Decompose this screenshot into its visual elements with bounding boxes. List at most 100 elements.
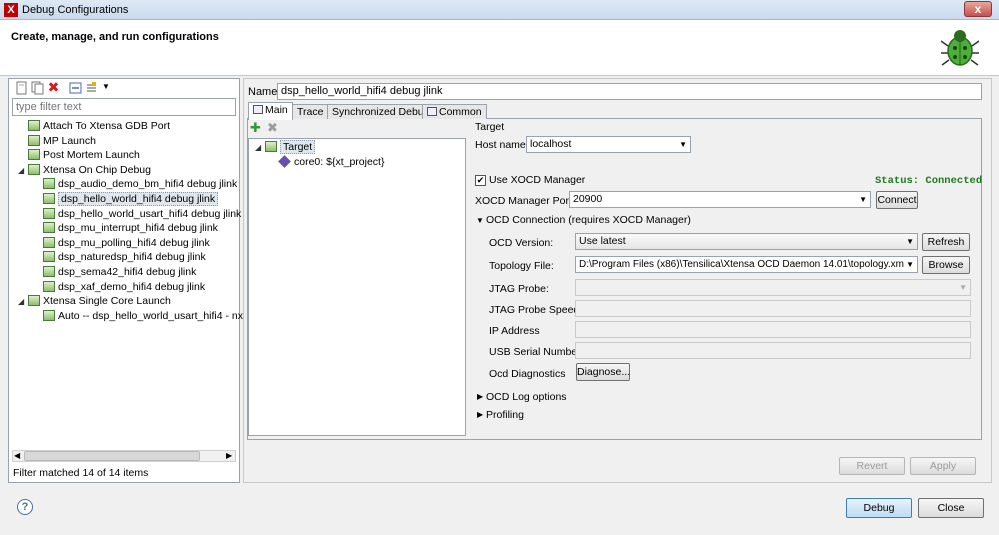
launch-config-icon <box>28 163 40 175</box>
launch-config-icon <box>28 134 40 146</box>
close-button[interactable]: Close <box>918 498 984 518</box>
config-tree-item[interactable]: dsp_mu_interrupt_hifi4 debug jlink <box>33 221 218 235</box>
delete-icon[interactable]: ✖ <box>46 80 61 95</box>
config-tree-item[interactable]: dsp_naturedsp_hifi4 debug jlink <box>33 250 206 264</box>
target-tree-core[interactable]: core0: ${xt_project} <box>278 155 384 169</box>
config-tree-item-label: dsp_naturedsp_hifi4 debug jlink <box>58 251 206 264</box>
bug-icon <box>940 30 980 66</box>
new-config-icon[interactable] <box>14 81 29 96</box>
config-tree-item-label: dsp_mu_polling_hifi4 debug jlink <box>58 236 210 249</box>
config-tree-item-label: dsp_hello_world_hifi4 debug jlink <box>58 192 219 206</box>
launch-config-icon <box>43 178 55 190</box>
launch-config-icon <box>43 280 55 292</box>
apply-button[interactable]: Apply <box>910 457 976 475</box>
target-tree <box>248 138 466 436</box>
config-tree-item[interactable]: Post Mortem Launch <box>18 148 140 162</box>
app-icon: X <box>4 3 18 17</box>
common-tab-icon <box>427 107 437 116</box>
ocd-section-expanded-icon[interactable]: ▼ <box>476 216 484 225</box>
target-tree-root[interactable]: ◢ Target <box>255 140 316 154</box>
launch-config-icon <box>43 193 55 204</box>
jtag-probe-speed-field[interactable] <box>575 300 971 317</box>
xocd-port-combo[interactable]: 20900 ▼ <box>569 191 871 208</box>
config-tree-item-label: Auto -- dsp_hello_world_usart_hifi4 - nx… <box>58 309 255 322</box>
chevron-down-icon: ▼ <box>906 237 914 246</box>
config-tree-item[interactable]: dsp_xaf_demo_hifi4 debug jlink <box>33 280 205 294</box>
ocd-version-label: OCD Version: <box>489 237 554 249</box>
config-tree-item-label: dsp_audio_demo_bm_hifi4 debug jlink <box>58 178 238 191</box>
profiling-collapsed-icon[interactable]: ▶ <box>477 410 483 419</box>
title-bar <box>0 0 999 20</box>
launch-config-icon <box>28 120 40 131</box>
window-close-button[interactable]: x <box>964 1 992 17</box>
launch-config-icon <box>43 222 55 234</box>
name-input[interactable]: dsp_hello_world_hifi4 debug jlink <box>277 83 982 100</box>
expanded-arrow-icon[interactable]: ◢ <box>18 164 28 178</box>
add-core-icon[interactable]: ✚ <box>250 120 261 136</box>
jtag-probe-speed-label: JTAG Probe Speed <box>489 304 580 316</box>
remove-core-icon[interactable]: ✖ <box>267 120 278 136</box>
duplicate-icon[interactable] <box>30 81 45 96</box>
config-tree-item[interactable]: ◢ Xtensa On Chip Debug <box>18 163 151 177</box>
expanded-arrow-icon[interactable]: ◢ <box>18 295 28 309</box>
scroll-right-arrow-icon[interactable]: ▶ <box>226 451 232 460</box>
collapse-all-icon[interactable] <box>68 81 83 96</box>
log-section-label: OCD Log options <box>486 391 567 403</box>
chevron-down-icon: ▼ <box>959 283 967 292</box>
config-tree-item[interactable]: dsp_audio_demo_bm_hifi4 debug jlink <box>33 177 237 191</box>
banner-title: Create, manage, and run configurations <box>11 31 219 43</box>
host-name-label: Host name: <box>475 139 529 151</box>
ocd-section-label: OCD Connection (requires XOCD Manager) <box>486 214 691 226</box>
header-banner <box>0 20 999 76</box>
view-menu-chevron-down-icon[interactable]: ▼ <box>102 82 110 91</box>
chevron-down-icon: ▼ <box>859 195 867 204</box>
usb-serial-label: USB Serial Number <box>489 346 581 358</box>
config-tree-item[interactable]: ◢ Xtensa Single Core Launch <box>18 294 171 308</box>
topology-file-label: Topology File: <box>489 260 554 272</box>
filter-input[interactable] <box>12 98 236 116</box>
tab-trace[interactable]: Trace <box>292 104 329 119</box>
filter-icon[interactable] <box>84 81 99 96</box>
diagnose-button[interactable]: Diagnose... <box>576 363 630 381</box>
ocd-version-combo[interactable]: Use latest ▼ <box>575 233 918 250</box>
log-section-collapsed-icon[interactable]: ▶ <box>477 392 483 401</box>
launch-config-icon <box>28 149 40 161</box>
config-tree-item[interactable]: Attach To Xtensa GDB Port <box>18 119 170 133</box>
config-tree-item[interactable]: MP Launch <box>18 134 96 148</box>
host-name-combo[interactable]: localhost ▼ <box>526 136 691 153</box>
launch-config-icon <box>43 251 55 263</box>
main-tab-icon <box>253 105 263 114</box>
target-icon <box>265 141 277 152</box>
jtag-probe-combo[interactable]: ▼ <box>575 279 971 296</box>
config-tree-item[interactable]: dsp_mu_polling_hifi4 debug jlink <box>33 236 210 250</box>
help-icon[interactable]: ? <box>17 499 33 515</box>
chevron-down-icon: ▼ <box>679 140 687 149</box>
use-xocd-label: Use XOCD Manager <box>489 174 586 186</box>
config-tree-item-label: dsp_xaf_demo_hifi4 debug jlink <box>58 280 206 293</box>
config-tree-item-label: dsp_sema42_hifi4 debug jlink <box>58 266 197 278</box>
filter-status: Filter matched 14 of 14 items <box>13 467 149 479</box>
scrollbar-thumb[interactable] <box>24 451 200 461</box>
revert-button[interactable]: Revert <box>839 457 905 475</box>
config-tree-item[interactable]: dsp_hello_world_hifi4 debug jlink <box>33 192 219 206</box>
debug-button[interactable]: Debug <box>846 498 912 518</box>
launch-config-icon <box>43 266 55 277</box>
use-xocd-checkbox[interactable]: ✔ <box>475 175 486 186</box>
ip-address-field[interactable] <box>575 321 971 338</box>
scroll-left-arrow-icon[interactable]: ◀ <box>14 451 20 460</box>
chevron-down-icon: ▼ <box>904 257 914 272</box>
refresh-button[interactable]: Refresh <box>922 233 970 251</box>
config-tree-item[interactable]: dsp_hello_world_usart_hifi4 debug jlink <box>33 207 241 221</box>
config-tree-item-label: MP Launch <box>43 134 96 147</box>
config-tree-item-label: dsp_hello_world_usart_hifi4 debug jlink <box>58 207 242 220</box>
tab-main[interactable]: Main <box>248 102 293 120</box>
tab-common[interactable]: Common <box>422 104 487 119</box>
target-section-label: Target <box>475 121 505 133</box>
connect-button[interactable]: Connect <box>876 191 918 209</box>
config-tree-item[interactable]: dsp_sema42_hifi4 debug jlink <box>33 265 196 279</box>
config-tree-item[interactable]: Auto -- dsp_hello_world_usart_hifi4 - nx… <box>33 309 255 323</box>
usb-serial-field[interactable] <box>575 342 971 359</box>
tab-synchronized-debug[interactable]: Synchronized Debug <box>327 104 435 119</box>
browse-button[interactable]: Browse ... <box>922 256 970 287</box>
topology-file-combo[interactable]: D:\Program Files (x86)\Tensilica\Xtensa … <box>575 256 918 273</box>
